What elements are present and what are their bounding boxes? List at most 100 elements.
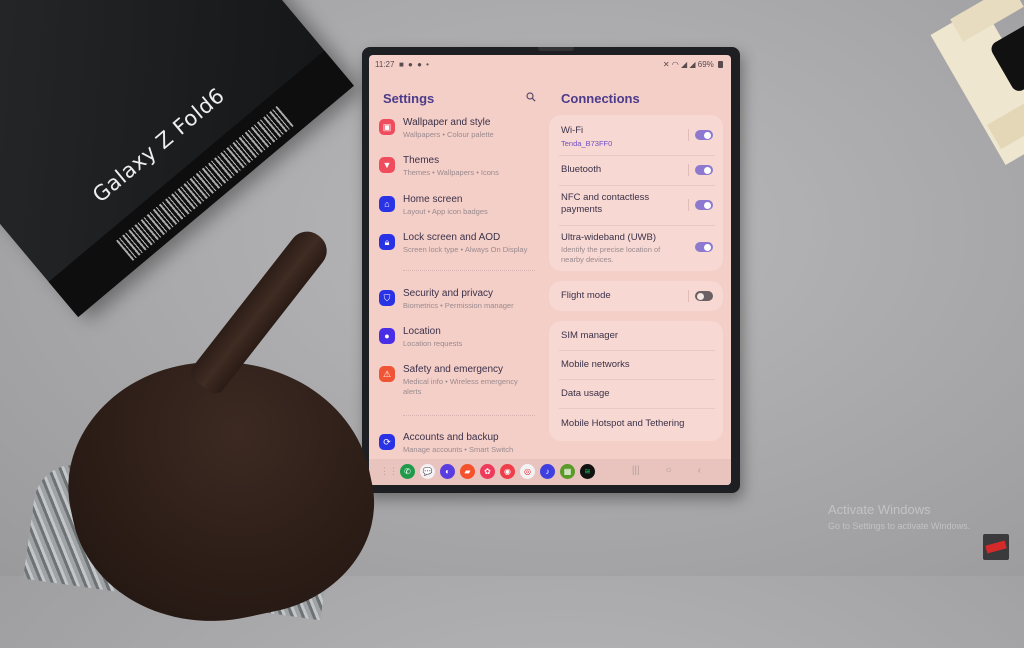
item-subtitle: Screen lock type • Always On Display (403, 245, 528, 254)
item-title: Security and privacy (403, 288, 494, 299)
hotspot-row[interactable]: Mobile Hotspot and Tethering (559, 408, 715, 437)
uwb-row[interactable]: Ultra-wideband (UWB) Identify the precis… (559, 225, 715, 271)
notes-app-icon[interactable]: ▰ (460, 464, 475, 479)
row-label: Data usage (561, 388, 610, 399)
spotify-app-icon[interactable]: ≋ (580, 464, 595, 479)
status-bar: 11:27 ■ ● ● • ✕ ◠ ◢ ◢ 69% (369, 55, 731, 73)
search-icon[interactable] (526, 92, 536, 102)
status-time: 11:27 (375, 60, 395, 69)
item-title: Home screen (403, 194, 463, 205)
app-drawer-icon[interactable]: ⋮⋮ (380, 466, 398, 478)
row-label: Mobile networks (561, 359, 630, 370)
section-divider (403, 270, 535, 271)
camera-app-icon[interactable]: ◉ (500, 464, 515, 479)
notification-icons: ■ ● ● • (399, 60, 430, 69)
home-button[interactable]: ○ (666, 465, 672, 476)
bluetooth-row[interactable]: Bluetooth (559, 155, 715, 186)
battery-icon (718, 61, 723, 68)
row-label: Bluetooth (561, 164, 602, 175)
connections-pane: Connections Wi-Fi Tenda_B73FF0 Bluetooth… (545, 73, 731, 459)
item-title: Safety and emergency (403, 364, 504, 375)
uwb-toggle[interactable] (695, 242, 713, 252)
row-label: Mobile Hotspot and Tethering (561, 418, 685, 429)
connections-card: Wi-Fi Tenda_B73FF0 Bluetooth NFC and con… (549, 115, 723, 271)
activate-windows-watermark: Activate Windows Go to Settings to activ… (828, 502, 970, 534)
separator (688, 129, 689, 141)
channel-logo (983, 534, 1009, 560)
wifi-network-name: Tenda_B73FF0 (561, 139, 613, 148)
taskbar: ⋮⋮ ✆ 💬 ◐ ▰ ✿ ◉ ◎ ♪ ▦ ≋ ||| ○ ‹ (369, 459, 731, 485)
sync-icon: ⟳ (379, 434, 395, 450)
wallpaper-icon: ▣ (379, 119, 395, 135)
settings-item-wallpaper[interactable]: ▣ Wallpaper and style Wallpapers • Colou… (375, 117, 545, 147)
hinge (538, 47, 574, 51)
youtube-music-app-icon[interactable]: ◎ (520, 464, 535, 479)
signal-icons: ✕ ◠ ◢ ◢ (662, 60, 698, 69)
item-title: Accounts and backup (403, 432, 499, 443)
wifi-toggle[interactable] (695, 130, 713, 140)
nfc-row[interactable]: NFC and contactless payments (559, 185, 715, 226)
gallery-app-icon[interactable]: ✿ (480, 464, 495, 479)
mobile-networks-row[interactable]: Mobile networks (559, 350, 715, 380)
mobile-card: SIM manager Mobile networks Data usage M… (549, 321, 723, 441)
samsung-music-app-icon[interactable]: ♪ (540, 464, 555, 479)
row-label: Flight mode (561, 290, 611, 301)
settings-pane: Settings ▣ Wallpaper and style Wallpaper… (369, 73, 545, 459)
separator (688, 199, 689, 211)
separator (688, 290, 689, 302)
phone-screen: 11:27 ■ ● ● • ✕ ◠ ◢ ◢ 69% Settings ▣ Wal… (369, 55, 731, 485)
row-label: Wi-Fi (561, 125, 584, 136)
location-icon: ● (379, 328, 395, 344)
settings-item-lock-screen[interactable]: 🔒︎ Lock screen and AOD Screen lock type … (375, 232, 545, 262)
internet-app-icon[interactable]: ◐ (440, 464, 455, 479)
item-subtitle: Biometrics • Permission manager (403, 301, 514, 310)
settings-item-safety[interactable]: ⚠ Safety and emergency Medical info • Wi… (375, 364, 545, 404)
emergency-icon: ⚠ (379, 366, 395, 382)
bluetooth-toggle[interactable] (695, 165, 713, 175)
taskbar-apps: ⋮⋮ ✆ 💬 ◐ ▰ ✿ ◉ ◎ ♪ ▦ ≋ (380, 464, 595, 479)
settings-item-home-screen[interactable]: ⌂ Home screen Layout • App icon badges (375, 194, 545, 224)
barcode-label (116, 105, 294, 261)
item-title: Location (403, 326, 441, 337)
battery-percent: 69% (697, 60, 714, 69)
wooden-stand (924, 0, 1024, 165)
home-icon: ⌂ (379, 196, 395, 212)
item-subtitle: Wallpapers • Colour palette (403, 130, 494, 139)
item-subtitle: Location requests (403, 339, 463, 348)
settings-item-accounts[interactable]: ⟳ Accounts and backup Manage accounts • … (375, 432, 545, 462)
shield-icon: ⛉ (379, 290, 395, 306)
watermark-subtitle: Go to Settings to activate Windows. (828, 521, 971, 531)
item-title: Wallpaper and style (403, 117, 491, 128)
themes-icon: ▼ (379, 157, 395, 173)
item-subtitle: Manage accounts • Smart Switch (403, 445, 514, 454)
data-usage-row[interactable]: Data usage (559, 379, 715, 409)
row-label: NFC and contactless payments (561, 192, 650, 215)
item-title: Themes (403, 155, 440, 166)
row-label: Ultra-wideband (UWB) (561, 232, 657, 243)
row-description: Identify the precise location of nearby … (561, 245, 661, 264)
sim-manager-row[interactable]: SIM manager (559, 321, 715, 351)
section-divider (403, 415, 535, 416)
phone-app-icon[interactable]: ✆ (400, 464, 415, 479)
recents-button[interactable]: ||| (632, 465, 640, 476)
flight-mode-card[interactable]: Flight mode (549, 281, 723, 311)
item-title: Lock screen and AOD (403, 232, 501, 243)
status-right: ✕ ◠ ◢ ◢ 69% (663, 60, 723, 69)
lock-icon: 🔒︎ (379, 234, 395, 250)
flight-mode-row[interactable]: Flight mode (559, 281, 715, 311)
row-label: SIM manager (561, 330, 619, 341)
separator (688, 164, 689, 176)
navigation-bar: ||| ○ ‹ (632, 465, 701, 476)
settings-item-security[interactable]: ⛉ Security and privacy Biometrics • Perm… (375, 288, 545, 318)
wifi-row[interactable]: Wi-Fi Tenda_B73FF0 (559, 115, 715, 156)
nfc-toggle[interactable] (695, 200, 713, 210)
messages-app-icon[interactable]: 💬 (420, 464, 435, 479)
settings-item-themes[interactable]: ▼ Themes Themes • Wallpapers • Icons (375, 155, 545, 185)
connections-title: Connections (561, 91, 640, 106)
settings-item-location[interactable]: ● Location Location requests (375, 326, 545, 356)
back-button[interactable]: ‹ (698, 465, 701, 476)
flight-mode-toggle[interactable] (695, 291, 713, 301)
game-launcher-app-icon[interactable]: ▦ (560, 464, 575, 479)
phone-device: 11:27 ■ ● ● • ✕ ◠ ◢ ◢ 69% Settings ▣ Wal… (362, 47, 740, 493)
item-subtitle: Layout • App icon badges (403, 207, 488, 216)
